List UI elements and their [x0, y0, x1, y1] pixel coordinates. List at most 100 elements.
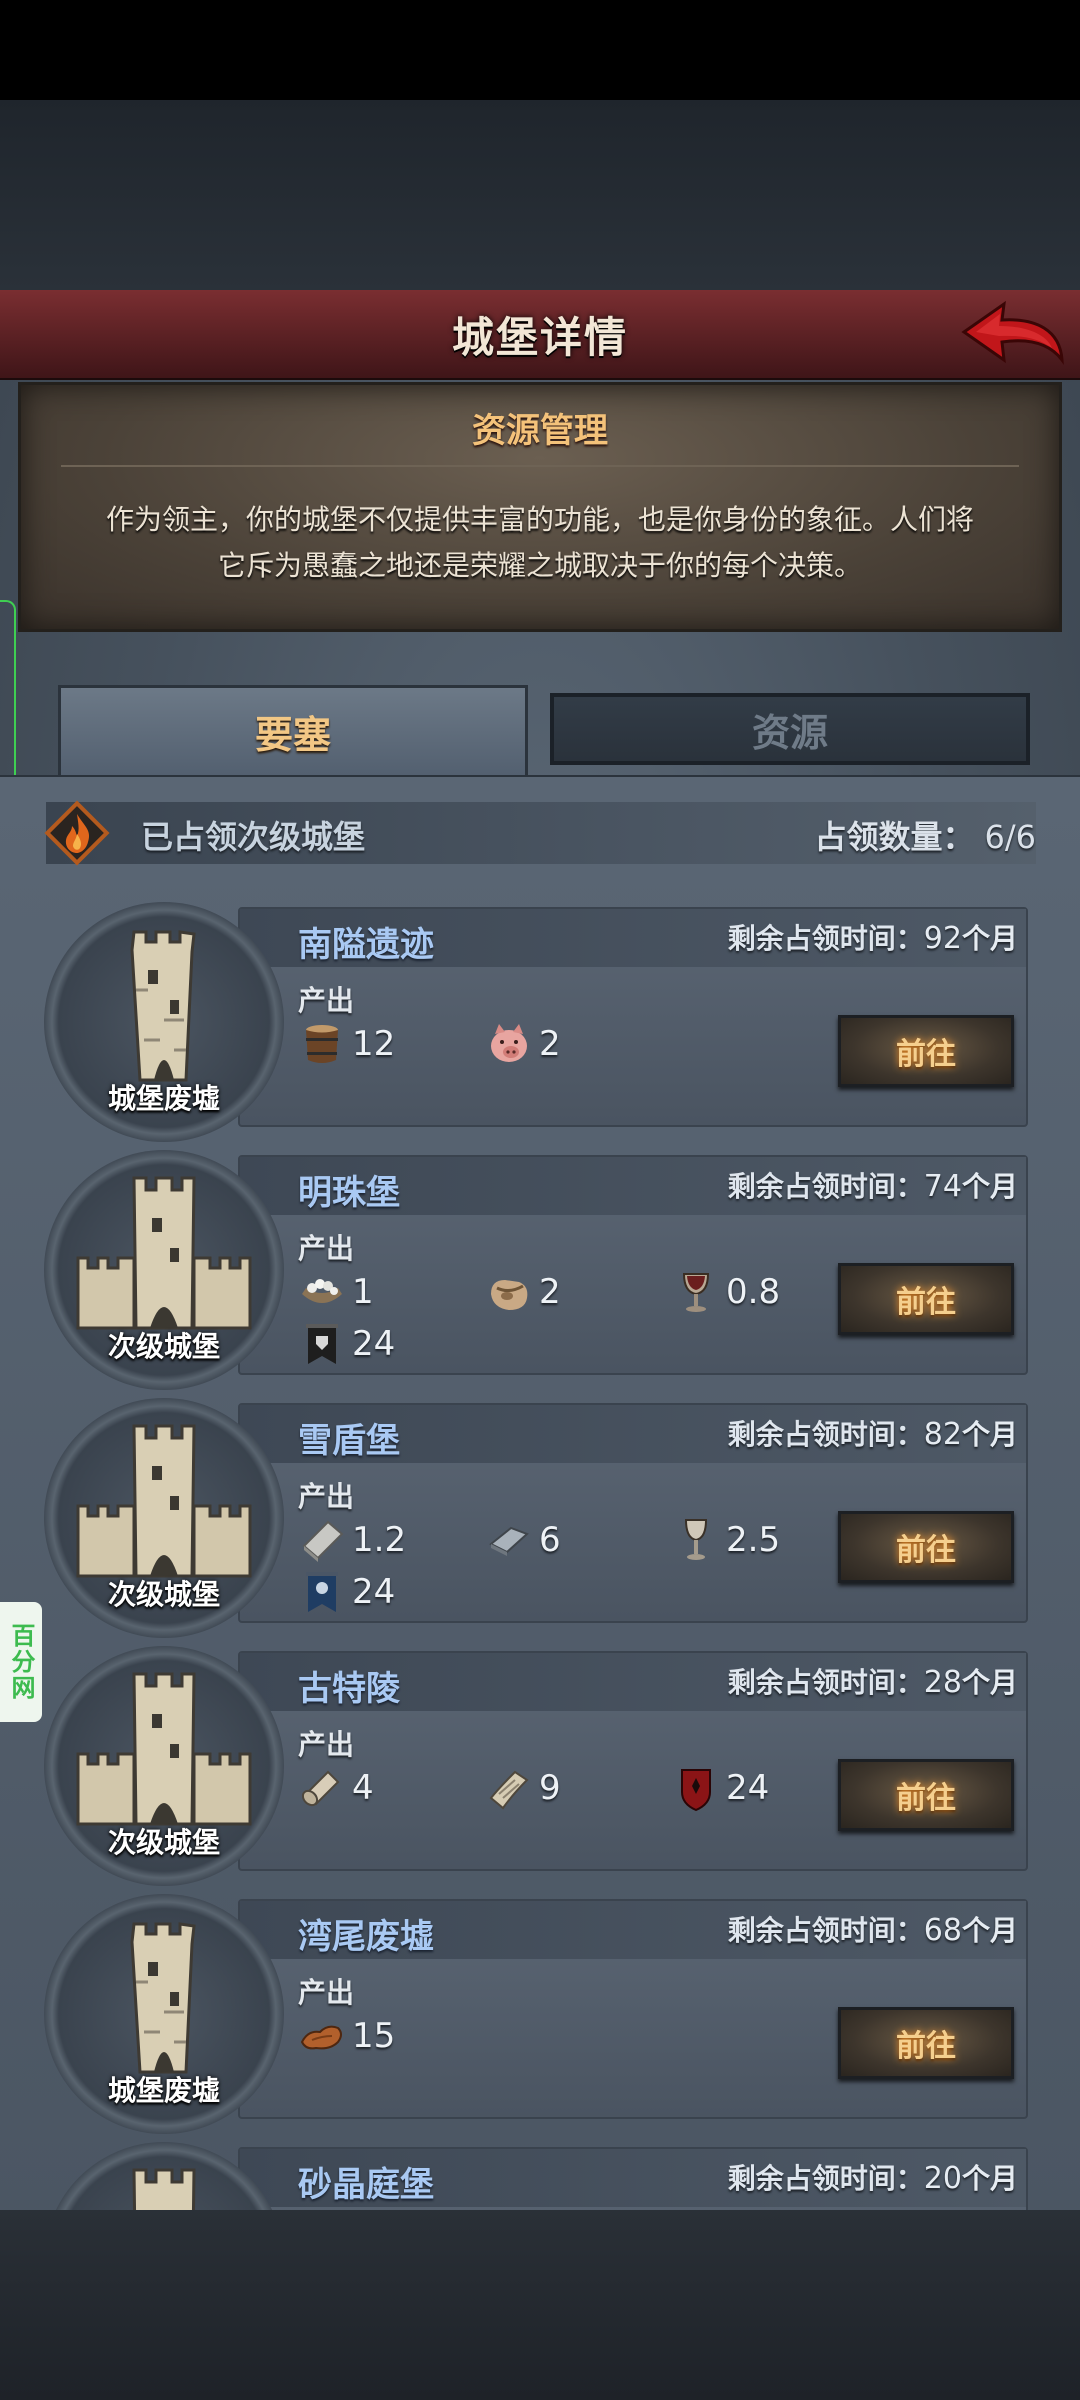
castle-icon: [76, 1176, 252, 1330]
castle-card-box: 砂晶庭堡 剩余占领时间：20个月: [238, 2147, 1028, 2210]
castle-detail-panel: 城堡详情 资源管理 作为领主，你的城堡不仅提供丰富的功能，也是你身份的象征。人们…: [0, 290, 1080, 2210]
remaining-label: 剩余占领时间：: [727, 922, 924, 955]
castle-card: 南隘遗迹 剩余占领时间：92个月 产出 12 2 前往 城堡废墟: [0, 902, 1080, 1142]
remaining-label: 剩余占领时间：: [727, 1170, 924, 1203]
goto-button[interactable]: 前往: [838, 1015, 1014, 1087]
remaining-label: 剩余占领时间：: [727, 1666, 924, 1699]
info-description-line: 它斥为愚蠢之地还是荣耀之城取决于你的每个决策。: [217, 549, 862, 582]
resource-value: 24: [726, 1768, 770, 1808]
ruined-tower-icon: [130, 930, 196, 1082]
remaining-label: 剩余占领时间：: [727, 1418, 924, 1451]
resource-value: 15: [352, 2016, 396, 2056]
stone-slab-icon: [302, 1520, 344, 1562]
resource-value: 9: [539, 1768, 561, 1808]
resource-item: 12: [298, 1019, 395, 1069]
castle-card: 雪盾堡 剩余占领时间：82个月 产出 1.2 6 2.5 24 前往 次级城堡: [0, 1398, 1080, 1638]
castle-name[interactable]: 湾尾废墟: [298, 1909, 434, 1958]
goblet-icon: [682, 1273, 710, 1312]
remaining-label: 剩余占领时间：: [727, 1914, 924, 1947]
months-unit: 个月: [961, 2162, 1018, 2195]
occupy-count-value: 6/6: [984, 818, 1037, 856]
blue-banner-icon: [306, 1572, 338, 1612]
back-arrow-icon[interactable]: [956, 298, 1066, 370]
section-header: 已占领次级城堡 占领数量： 6/6: [44, 800, 1036, 866]
banner-icon: [306, 1324, 338, 1364]
output-label: 产出: [298, 1480, 355, 1513]
castle-name[interactable]: 雪盾堡: [298, 1413, 400, 1462]
resource-item: 15: [298, 2011, 395, 2061]
castle-type: 次级城堡: [107, 1578, 220, 1611]
iron-ingot-icon: [489, 1526, 529, 1556]
remaining-value: 82: [923, 1417, 962, 1452]
resource-value: 24: [352, 1324, 396, 1364]
castle-medallion: 次级城堡: [44, 1646, 284, 1886]
castle-type: 次级城堡: [107, 1826, 220, 1859]
castle-medallion: 次级城堡: [44, 1398, 284, 1638]
resource-value: 0.8: [726, 1272, 781, 1312]
sack-icon: [491, 1280, 528, 1310]
resource-value: 24: [352, 1572, 396, 1612]
resource-value: 2: [539, 1272, 561, 1312]
tab-resources[interactable]: 资源: [550, 693, 1030, 765]
info-description-line: 作为领主，你的城堡不仅提供丰富的功能，也是你身份的象征。人们将: [105, 503, 974, 536]
castle-type: 城堡废墟: [107, 1082, 220, 1115]
resource-item: 1.2: [298, 1515, 406, 1565]
months-unit: 个月: [961, 922, 1018, 955]
fire-badge-icon: [44, 800, 110, 866]
castle-type: 次级城堡: [107, 1330, 220, 1363]
tab-fortress[interactable]: 要塞: [58, 685, 528, 775]
bottom-backdrop: [0, 2210, 1080, 2400]
remaining-time: 剩余占领时间：82个月: [728, 1413, 1018, 1453]
resource-value: 2.5: [726, 1520, 781, 1560]
ruined-tower-icon: [130, 1922, 196, 2074]
months-unit: 个月: [961, 1666, 1018, 1699]
castle-card: 湾尾废墟 剩余占领时间：68个月 产出 15 前往 城堡废墟: [0, 1894, 1080, 2134]
castle-card: 砂晶庭堡 剩余占领时间：20个月: [0, 2142, 1080, 2210]
resource-item: 24: [298, 1567, 395, 1617]
occupy-count: 占领数量： 6/6: [814, 812, 1036, 858]
remaining-time: 剩余占领时间：68个月: [728, 1909, 1018, 1949]
info-parchment: 资源管理 作为领主，你的城堡不仅提供丰富的功能，也是你身份的象征。人们将 它斥为…: [18, 382, 1062, 632]
resource-item: 2: [485, 1019, 561, 1069]
tab-bar: 要塞 资源: [0, 685, 1080, 775]
remaining-time: 剩余占领时间：28个月: [728, 1661, 1018, 1701]
resource-item: 24: [672, 1763, 769, 1813]
resource-item: 24: [298, 1319, 395, 1369]
castle-icon: [132, 2168, 196, 2210]
goto-button[interactable]: 前往: [838, 1759, 1014, 1831]
castle-name[interactable]: 古特陵: [298, 1661, 400, 1710]
remaining-time: 剩余占领时间：20个月: [728, 2157, 1018, 2197]
remaining-time: 剩余占领时间：92个月: [728, 917, 1018, 957]
remaining-value: 68: [923, 1913, 962, 1948]
resource-item: 2.5: [672, 1515, 780, 1565]
resource-item: 0.8: [672, 1267, 780, 1317]
remaining-value: 28: [923, 1665, 962, 1700]
pearl-basket-icon: [302, 1279, 342, 1303]
remaining-value: 20: [923, 2161, 962, 2196]
barrel-icon: [306, 1025, 338, 1063]
page-title: 城堡详情: [451, 312, 628, 362]
castle-name[interactable]: 砂晶庭堡: [298, 2157, 434, 2206]
goto-button[interactable]: 前往: [838, 1511, 1014, 1583]
fortress-content: 已占领次级城堡 占领数量： 6/6 百分网 南隘遗迹 剩余占领时间：92个月 产出…: [0, 775, 1080, 2210]
goto-button[interactable]: 前往: [838, 1263, 1014, 1335]
castle-type: 城堡废墟: [107, 2074, 220, 2107]
pig-icon: [491, 1024, 527, 1062]
occupy-count-label: 占领数量：: [814, 818, 975, 856]
goto-button[interactable]: 前往: [838, 2007, 1014, 2079]
castle-icon: [76, 1424, 252, 1578]
resource-item: 4: [298, 1763, 374, 1813]
divider: [61, 465, 1019, 467]
output-label: 产出: [298, 1976, 355, 2009]
red-shield-icon: [681, 1769, 711, 1812]
title-bar: 城堡详情: [0, 290, 1080, 380]
leather-icon: [300, 2025, 342, 2050]
castle-name[interactable]: 明珠堡: [298, 1165, 400, 1214]
section-title: 已占领次级城堡: [141, 818, 366, 856]
castle-card: 明珠堡 剩余占领时间：74个月 产出 1 2 0.8 24 前往 次级城堡: [0, 1150, 1080, 1390]
resource-value: 1.2: [352, 1520, 407, 1560]
castle-name[interactable]: 南隘遗迹: [298, 917, 434, 966]
remaining-value: 74: [923, 1169, 962, 1204]
resource-value: 4: [352, 1768, 374, 1808]
resource-item: 9: [485, 1763, 561, 1813]
